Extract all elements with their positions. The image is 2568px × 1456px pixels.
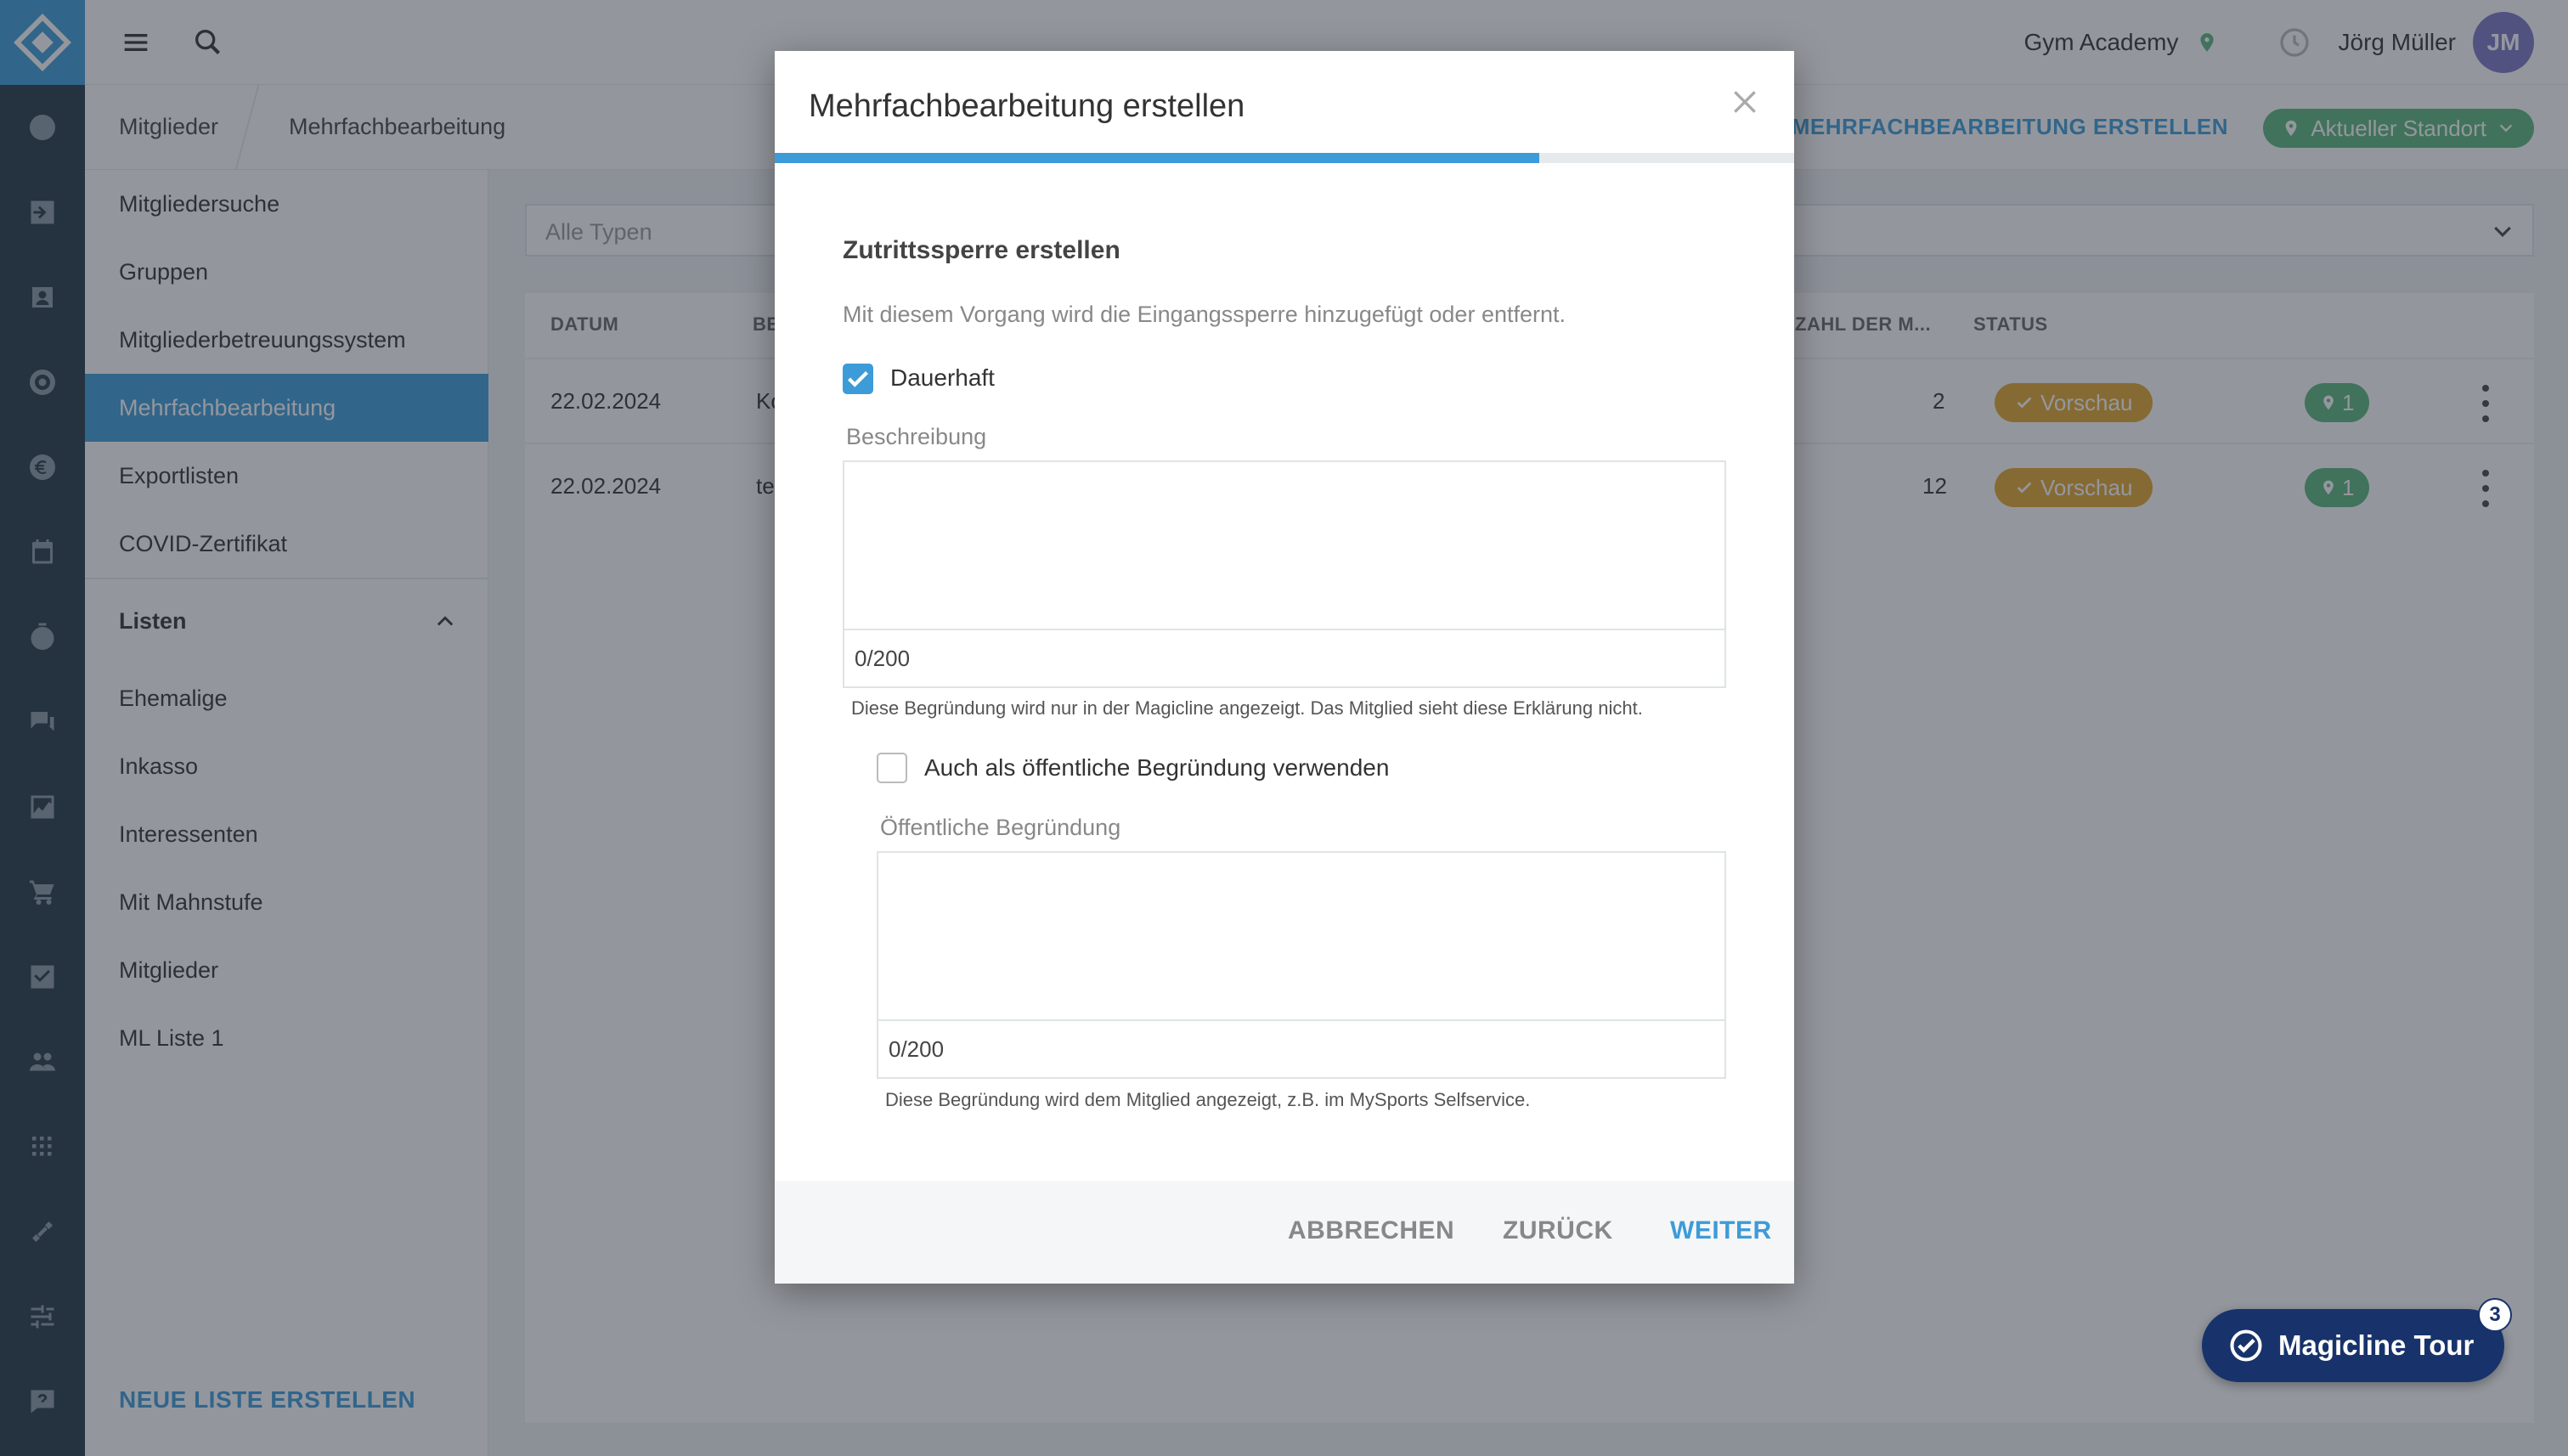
public-reason-label: Öffentliche Begründung bbox=[880, 815, 1121, 840]
description-label: Beschreibung bbox=[846, 424, 987, 449]
public-reason-textarea[interactable] bbox=[877, 851, 1726, 1021]
public-reason-counter: 0/200 bbox=[877, 1019, 1726, 1079]
dialog-title: Mehrfachbearbeitung erstellen bbox=[809, 88, 1245, 124]
permanent-checkbox[interactable] bbox=[843, 364, 873, 394]
dialog-footer: ABBRECHEN ZURÜCK WEITER bbox=[775, 1181, 1794, 1284]
description-counter-text: 0/200 bbox=[855, 645, 911, 671]
description-textarea[interactable] bbox=[843, 460, 1726, 630]
progress-bar-fill bbox=[775, 153, 1539, 163]
public-reason-hint: Diese Begründung wird dem Mitglied angez… bbox=[885, 1089, 1531, 1110]
bulk-edit-dialog: Mehrfachbearbeitung erstellen Zutrittssp… bbox=[775, 51, 1794, 1284]
tour-count-badge: 3 bbox=[2478, 1298, 2512, 1332]
public-reason-checkbox[interactable] bbox=[877, 753, 907, 783]
public-reason-counter-text: 0/200 bbox=[889, 1036, 945, 1062]
section-description: Mit diesem Vorgang wird die Eingangssper… bbox=[843, 302, 1566, 327]
close-icon[interactable] bbox=[1728, 85, 1762, 119]
back-button[interactable]: ZURÜCK bbox=[1503, 1216, 1613, 1245]
checkmark-icon bbox=[848, 371, 868, 387]
tour-label: Magicline Tour bbox=[2278, 1329, 2475, 1361]
cancel-button[interactable]: ABBRECHEN bbox=[1288, 1216, 1454, 1245]
magicline-tour-button[interactable]: Magicline Tour bbox=[2202, 1309, 2504, 1382]
section-title: Zutrittssperre erstellen bbox=[843, 236, 1120, 264]
public-reason-checkbox-label[interactable]: Auch als öffentliche Begründung verwende… bbox=[924, 754, 1389, 782]
check-badge-icon bbox=[2230, 1329, 2262, 1362]
description-counter: 0/200 bbox=[843, 629, 1726, 688]
permanent-checkbox-label[interactable]: Dauerhaft bbox=[890, 364, 995, 392]
progress-bar bbox=[775, 153, 1794, 163]
description-hint: Diese Begründung wird nur in der Magicli… bbox=[851, 697, 1643, 719]
next-button[interactable]: WEITER bbox=[1670, 1216, 1772, 1245]
